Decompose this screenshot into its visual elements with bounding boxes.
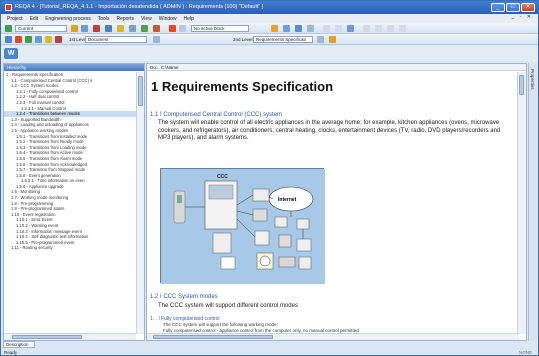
document-horizontal-scrollbar[interactable]: [147, 333, 519, 340]
close-button[interactable]: ✕: [521, 3, 535, 12]
go-icon[interactable]: [329, 36, 336, 43]
title-bar[interactable]: REQA 4 - [Tutorial_REQA_4.1.1 - Importac…: [1, 1, 538, 14]
diagram-ccc-label: CCC: [217, 174, 228, 180]
hierarchy-pane: Hierarchy 1 - Requirements Specification…: [3, 63, 145, 341]
navigate-second-icon[interactable]: [317, 36, 324, 43]
properties-icon[interactable]: [129, 25, 136, 32]
menu-engineering-process[interactable]: Engineering process: [45, 16, 91, 22]
history-icon[interactable]: [375, 25, 382, 32]
document-pane: Do... C:\Name 1 Requirements Specificati…: [146, 63, 527, 341]
window-controls: _ □ ✕: [491, 3, 535, 12]
status-bar: Ready NONE: [1, 349, 538, 355]
print-icon[interactable]: [15, 36, 22, 43]
import-icon[interactable]: [295, 25, 302, 32]
minimize-button[interactable]: _: [491, 3, 505, 12]
document-scroll-thumb[interactable]: [519, 75, 524, 95]
properties-strip[interactable]: Properties: [528, 63, 538, 341]
check-icon[interactable]: [141, 25, 148, 32]
options-icon[interactable]: [399, 25, 406, 32]
active-block-combo[interactable]: No active block: [191, 25, 249, 32]
format-icon[interactable]: [153, 25, 160, 32]
app-window: REQA 4 - [Tutorial_REQA_4.1.1 - Importac…: [0, 0, 539, 356]
version-combo[interactable]: Current: [15, 25, 67, 32]
section-line-1: The CCC system will support the followin…: [163, 322, 278, 327]
remove-icon[interactable]: [55, 36, 62, 43]
navigate-icon[interactable]: [153, 36, 160, 43]
document-hscroll-thumb[interactable]: [153, 335, 273, 339]
export-icon[interactable]: [283, 25, 290, 32]
grid-icon[interactable]: [105, 25, 112, 32]
block-icon[interactable]: [169, 25, 176, 32]
menu-help[interactable]: Help: [184, 16, 194, 22]
menu-view[interactable]: View: [141, 16, 152, 22]
document-vertical-scrollbar[interactable]: [517, 72, 526, 334]
mdi-controls[interactable]: _ ▫ ✕: [511, 14, 533, 20]
document-icon[interactable]: [5, 36, 12, 43]
menu-project[interactable]: Project: [7, 16, 23, 22]
page-title: 1 Requirements Specification: [151, 79, 334, 94]
trace-icon[interactable]: [363, 25, 370, 32]
menu-bar: Project Edit Engineering process Tools R…: [1, 14, 538, 23]
tree-scroll-thumb[interactable]: [138, 76, 143, 106]
edit-icon[interactable]: [45, 36, 52, 43]
compare-icon[interactable]: [347, 25, 354, 32]
menu-reports[interactable]: Reports: [116, 16, 134, 22]
menu-window[interactable]: Window: [159, 16, 177, 22]
section-paragraph-1-2: The CCC system will support different co…: [158, 303, 298, 309]
diagram-internet-label: Internet: [278, 197, 297, 203]
second-level-combo[interactable]: Requirements Specificati: [253, 36, 313, 43]
word-icon[interactable]: W: [4, 48, 18, 59]
description-tab[interactable]: Description: [3, 341, 35, 348]
tree-item[interactable]: 1.11 - Routing security: [4, 245, 136, 251]
system-diagram-svg: CCC Internet: [161, 169, 325, 284]
properties-tab[interactable]: Properties: [530, 69, 535, 90]
tree-vertical-scrollbar[interactable]: [136, 72, 144, 334]
window-title: REQA 4 - [Tutorial_REQA_4.1.1 - Importac…: [15, 4, 264, 10]
hierarchy-title: Hierarchy: [4, 64, 144, 71]
link-icon[interactable]: [307, 25, 314, 32]
add-icon[interactable]: [25, 36, 32, 43]
status-text: Ready: [4, 350, 18, 355]
section-heading-1-1: 1.1 I Computerised Central Control (CCC)…: [150, 112, 283, 118]
document-header: Do... C:\Name: [147, 64, 526, 71]
view-icon[interactable]: [35, 36, 42, 43]
report-icon[interactable]: [271, 25, 278, 32]
system-diagram-image: CCC Internet: [160, 168, 325, 284]
delete-icon[interactable]: [93, 25, 100, 32]
first-level-combo[interactable]: Document: [85, 36, 147, 43]
filter-icon[interactable]: [117, 25, 124, 32]
folder-icon[interactable]: [71, 25, 78, 32]
menu-edit[interactable]: Edit: [30, 16, 39, 22]
second-level-label: 2nd Level: [233, 37, 253, 42]
section-paragraph-1-1: The system will enable control of all el…: [158, 120, 501, 141]
save-icon[interactable]: [81, 25, 88, 32]
app-logo-icon: [5, 4, 12, 11]
toolbar-second: 1st Level Document 2nd Level Requirement…: [1, 34, 538, 45]
menu-tools[interactable]: Tools: [98, 16, 110, 22]
toolbar-top: Current No active block: [1, 23, 538, 34]
redo-icon[interactable]: [335, 25, 342, 32]
undo-icon[interactable]: [323, 25, 330, 32]
lock-icon[interactable]: [179, 25, 186, 32]
tree-hscroll-thumb[interactable]: [12, 335, 82, 339]
new-icon[interactable]: [5, 25, 12, 32]
maximize-button[interactable]: □: [506, 3, 520, 12]
tree-horizontal-scrollbar[interactable]: [4, 333, 136, 340]
document-body[interactable]: 1 Requirements Specification 1.1 I Compu…: [147, 72, 519, 334]
section-heading-1-2: 1.2 I CCC System modes: [150, 294, 218, 300]
baseline-icon[interactable]: [387, 25, 394, 32]
hierarchy-tree: 1 - Requirements Specification 1.1 - Comp…: [4, 72, 136, 334]
status-indicators: NONE: [518, 350, 532, 355]
document-type-bar: W: [1, 46, 538, 61]
